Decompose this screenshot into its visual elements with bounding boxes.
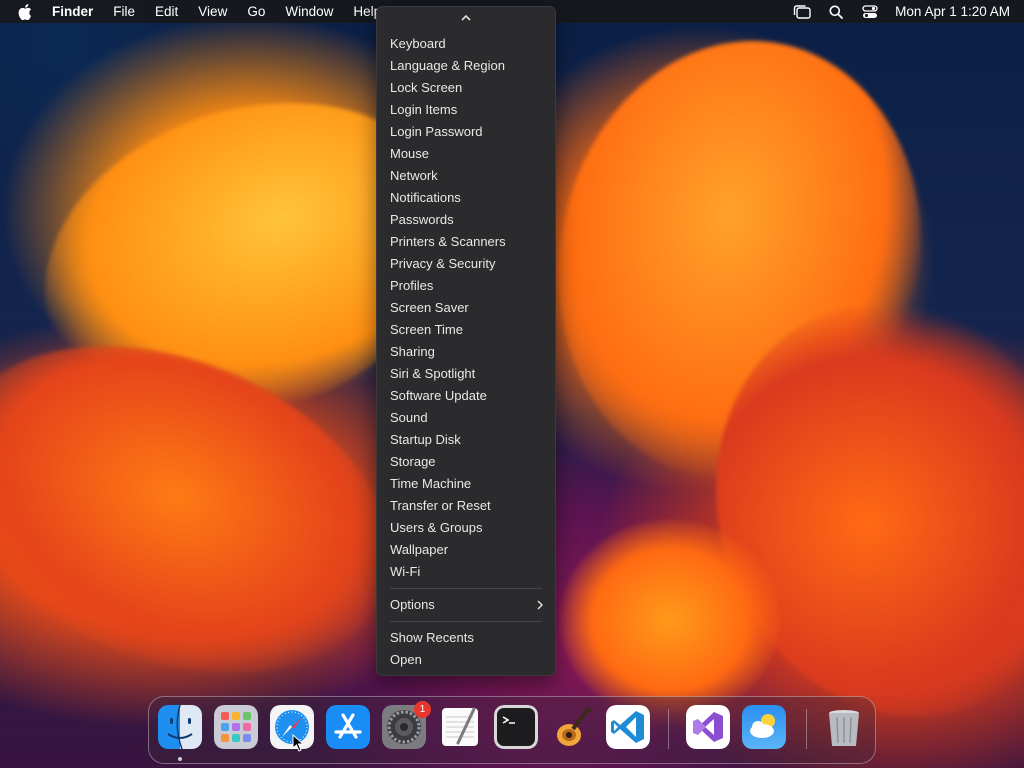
menu-item-privacy-security[interactable]: Privacy & Security [377,253,555,275]
menu-separator [390,621,542,622]
menu-file[interactable]: File [103,0,145,23]
dock-textedit-icon[interactable] [438,705,482,749]
menu-item-show-recents[interactable]: Show Recents [377,627,555,649]
running-indicator [178,757,182,761]
submenu-chevron-right-icon [537,594,543,616]
menu-window[interactable]: Window [275,0,343,23]
menu-edit[interactable]: Edit [145,0,188,23]
menu-item-siri-spotlight[interactable]: Siri & Spotlight [377,363,555,385]
menu-item-software-update[interactable]: Software Update [377,385,555,407]
menu-item-screen-saver[interactable]: Screen Saver [377,297,555,319]
menu-item-lock-screen[interactable]: Lock Screen [377,77,555,99]
dock-app-store-icon[interactable] [326,705,370,749]
notification-badge: 1 [414,701,431,718]
dock-divider [668,709,669,749]
dock-vscode-icon[interactable] [606,705,650,749]
menu-bar-clock[interactable]: Mon Apr 1 1:20 AM [895,4,1010,19]
menu-item-profiles[interactable]: Profiles [377,275,555,297]
control-center-icon[interactable] [861,3,879,21]
menu-item-keyboard[interactable]: Keyboard [377,33,555,55]
menu-item-sharing[interactable]: Sharing [377,341,555,363]
dock-weather-icon[interactable] [742,705,786,749]
menu-item-printers-scanners[interactable]: Printers & Scanners [377,231,555,253]
mouse-cursor-icon [292,733,305,757]
menu-separator [390,588,542,589]
menu-item-login-password[interactable]: Login Password [377,121,555,143]
menu-item-sound[interactable]: Sound [377,407,555,429]
dock: 1 [148,696,876,764]
menu-item-options[interactable]: Options [377,594,555,616]
menu-items-list: Keyboard Language & Region Lock Screen L… [377,33,555,671]
menu-item-mouse[interactable]: Mouse [377,143,555,165]
spotlight-search-icon[interactable] [827,3,845,21]
menu-item-storage[interactable]: Storage [377,451,555,473]
dock-trash-icon[interactable] [822,705,866,749]
menu-item-open[interactable]: Open [377,649,555,671]
stage-manager-icon[interactable] [793,3,811,21]
dock-garageband-icon[interactable] [550,705,594,749]
system-settings-dropdown-menu: Keyboard Language & Region Lock Screen L… [376,6,556,676]
dock-finder-icon[interactable] [158,705,202,749]
menu-item-wallpaper[interactable]: Wallpaper [377,539,555,561]
menu-item-login-items[interactable]: Login Items [377,99,555,121]
menu-item-time-machine[interactable]: Time Machine [377,473,555,495]
menu-item-users-groups[interactable]: Users & Groups [377,517,555,539]
options-label: Options [390,597,435,612]
menu-item-transfer-reset[interactable]: Transfer or Reset [377,495,555,517]
dock-visual-studio-icon[interactable] [686,705,730,749]
dock-terminal-icon[interactable] [494,705,538,749]
menu-item-startup-disk[interactable]: Startup Disk [377,429,555,451]
dock-launchpad-icon[interactable] [214,705,258,749]
menu-item-screen-time[interactable]: Screen Time [377,319,555,341]
menu-item-language-region[interactable]: Language & Region [377,55,555,77]
menu-app-name[interactable]: Finder [44,0,103,23]
menu-item-network[interactable]: Network [377,165,555,187]
scroll-up-chevron-icon[interactable] [377,9,555,27]
menu-item-passwords[interactable]: Passwords [377,209,555,231]
menu-item-notifications[interactable]: Notifications [377,187,555,209]
menu-go[interactable]: Go [237,0,275,23]
apple-logo-icon[interactable] [14,0,36,23]
menu-item-wifi[interactable]: Wi-Fi [377,561,555,583]
dock-divider [806,709,807,749]
menu-view[interactable]: View [188,0,237,23]
